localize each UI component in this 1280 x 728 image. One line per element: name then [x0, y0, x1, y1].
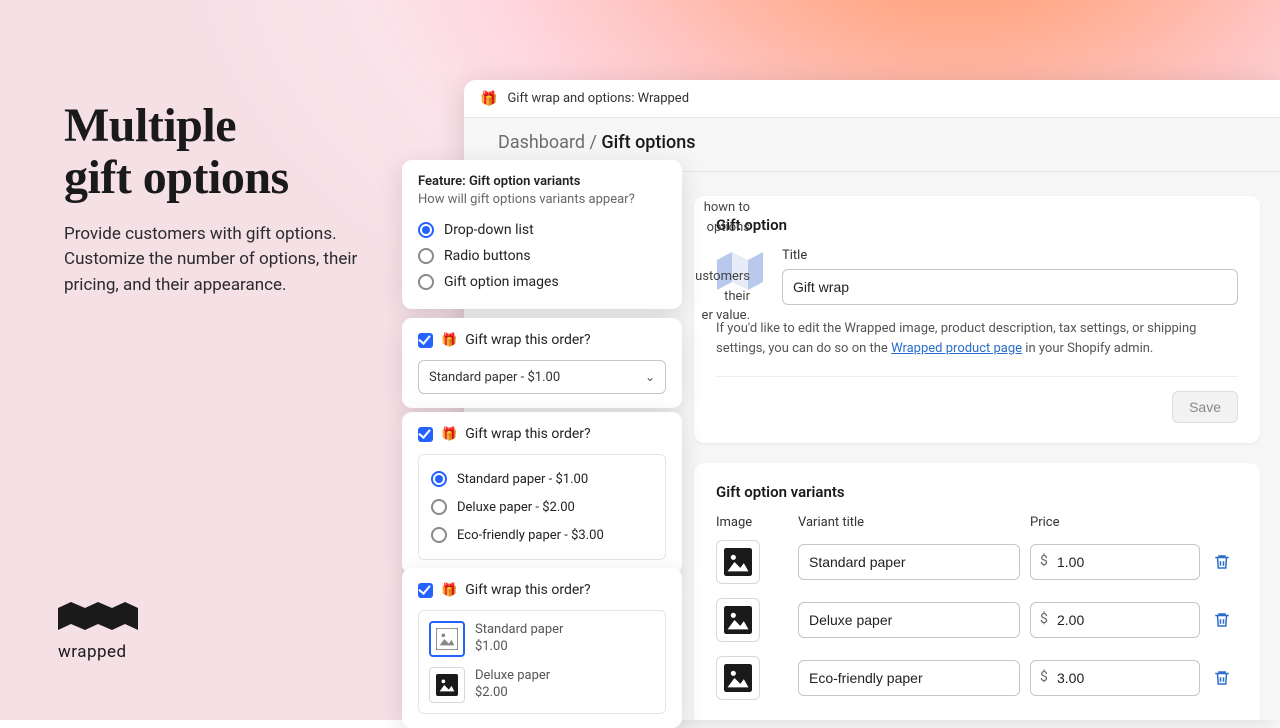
variants-panel: Gift option variants Image Variant title…: [694, 463, 1260, 720]
gift-icon: 🎁: [441, 583, 457, 598]
option-dropdown-list[interactable]: Drop-down list: [418, 217, 666, 243]
checkbox-icon[interactable]: [418, 333, 433, 348]
wrap-option[interactable]: Eco-friendly paper - $3.00: [431, 521, 653, 549]
variant-price-input[interactable]: [1030, 660, 1200, 696]
option-gift-images[interactable]: Gift option images: [418, 269, 666, 295]
variant-price-input[interactable]: [1030, 602, 1200, 638]
radio-icon: [431, 499, 447, 515]
brand-name: wrapped: [58, 642, 138, 662]
col-price: Price: [1030, 515, 1200, 530]
feature-variants-card: Feature: Gift option variants How will g…: [402, 160, 682, 309]
variant-image-placeholder[interactable]: [716, 540, 760, 584]
chevron-down-icon: ⌄: [645, 370, 655, 384]
help-text: If you'd like to edit the Wrapped image,…: [716, 319, 1238, 358]
checkbox-icon[interactable]: [418, 427, 433, 442]
feature-subtitle: How will gift options variants appear?: [418, 192, 666, 207]
wrap-option[interactable]: Deluxe paper - $2.00: [431, 493, 653, 521]
image-option[interactable]: Deluxe paper $2.00: [429, 667, 655, 703]
gift-icon: 🎁: [480, 91, 497, 107]
feature-title: Feature: Gift option variants: [418, 174, 666, 189]
variant-price-input[interactable]: [1030, 544, 1200, 580]
currency-symbol: $: [1040, 553, 1048, 569]
preview-dropdown-card: 🎁 Gift wrap this order? Standard paper -…: [402, 318, 682, 408]
checkbox-icon[interactable]: [418, 583, 433, 598]
delete-variant-button[interactable]: [1210, 608, 1234, 632]
variant-title-input[interactable]: [798, 602, 1020, 638]
hero-title: Multiplegift options: [64, 100, 404, 204]
radio-icon: [418, 222, 434, 238]
title-label: Title: [782, 248, 1238, 263]
gift-icon: 🎁: [441, 333, 457, 348]
radio-icon: [418, 248, 434, 264]
radio-icon: [431, 527, 447, 543]
variant-row: $: [716, 656, 1238, 700]
gift-wrap-select[interactable]: Standard paper - $1.00 ⌄: [418, 360, 666, 394]
hero-subtitle: Provide customers with gift options. Cus…: [64, 222, 404, 299]
titlebar-text: Gift wrap and options: Wrapped: [507, 91, 689, 106]
gift-option-panel: Gift option Title If you'd like to edit …: [694, 196, 1260, 443]
gift-wrap-label: Gift wrap this order?: [465, 582, 590, 598]
gift-option-heading: Gift option: [716, 216, 1238, 234]
col-image: Image: [716, 515, 788, 530]
preview-images-card: 🎁 Gift wrap this order? Standard paper $…: [402, 568, 682, 728]
col-title: Variant title: [798, 515, 1020, 530]
save-button[interactable]: Save: [1172, 391, 1238, 423]
breadcrumb-current: Gift options: [601, 132, 695, 153]
gift-wrap-label: Gift wrap this order?: [465, 332, 590, 348]
radio-icon: [418, 274, 434, 290]
title-input[interactable]: [782, 269, 1238, 305]
delete-variant-button[interactable]: [1210, 550, 1234, 574]
gift-icon: 🎁: [441, 427, 457, 442]
titlebar: 🎁 Gift wrap and options: Wrapped: [464, 80, 1280, 118]
currency-symbol: $: [1040, 669, 1048, 685]
hero: Multiplegift options Provide customers w…: [64, 100, 404, 298]
wrapped-product-link[interactable]: Wrapped product page: [891, 341, 1022, 356]
image-placeholder-icon: [429, 667, 465, 703]
wrap-option[interactable]: Standard paper - $1.00: [431, 465, 653, 493]
variant-title-input[interactable]: [798, 660, 1020, 696]
breadcrumb-root[interactable]: Dashboard: [498, 132, 585, 153]
gift-wrap-label: Gift wrap this order?: [465, 426, 590, 442]
variant-title-input[interactable]: [798, 544, 1020, 580]
variant-row: $: [716, 540, 1238, 584]
delete-variant-button[interactable]: [1210, 666, 1234, 690]
obscured-help-text: hown to options ustomers their er value.: [694, 198, 750, 326]
variant-row: $: [716, 598, 1238, 642]
option-radio-buttons[interactable]: Radio buttons: [418, 243, 666, 269]
brand-logo: wrapped: [58, 602, 138, 662]
image-option[interactable]: Standard paper $1.00: [429, 621, 655, 657]
wrapped-logo-icon: [58, 602, 138, 636]
currency-symbol: $: [1040, 611, 1048, 627]
variant-image-placeholder[interactable]: [716, 656, 760, 700]
variant-image-placeholder[interactable]: [716, 598, 760, 642]
preview-radio-card: 🎁 Gift wrap this order? Standard paper -…: [402, 412, 682, 574]
variants-heading: Gift option variants: [716, 483, 1238, 501]
radio-icon: [431, 471, 447, 487]
image-placeholder-icon: [429, 621, 465, 657]
